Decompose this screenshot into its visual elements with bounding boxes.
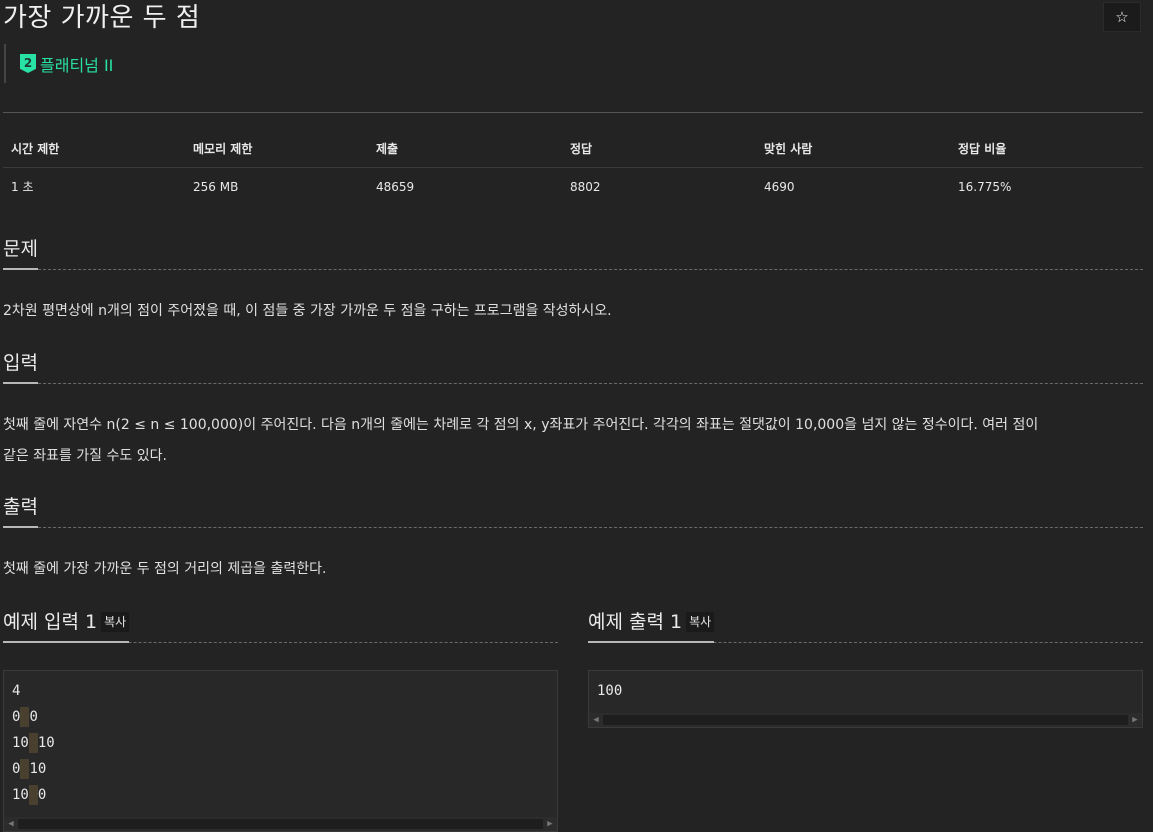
problem-info-table: 시간 제한 메모리 제한 제출 정답 맞힌 사람 정답 비율 1 초 256 M… bbox=[3, 130, 1143, 205]
sample-input-token: 0 bbox=[12, 761, 21, 777]
section-rule bbox=[3, 527, 1143, 528]
sample-input-line: 4 bbox=[12, 681, 549, 707]
sample-input-token: 10 bbox=[29, 761, 47, 777]
sample-input-line: 0 10 bbox=[12, 759, 549, 785]
table-row: 1 초 256 MB 48659 8802 4690 16.775% bbox=[3, 168, 1143, 205]
horizontal-scrollbar[interactable]: ◀ ▶ bbox=[4, 817, 557, 831]
accept-ratio-value: 16.775% bbox=[958, 179, 1012, 194]
section-rule bbox=[3, 269, 1143, 270]
sample-input-token: 0 bbox=[29, 709, 38, 725]
sample-output-section: 예제 출력 1 복사 bbox=[588, 607, 1143, 643]
sample-input-section: 예제 입력 1 복사 bbox=[3, 607, 558, 643]
scrollbar-thumb[interactable] bbox=[18, 819, 543, 829]
tier-label[interactable]: 플래티넘 II bbox=[40, 52, 113, 76]
scroll-right-icon[interactable]: ▶ bbox=[1128, 713, 1142, 727]
header-time-limit: 시간 제한 bbox=[11, 142, 60, 156]
memory-limit-value: 256 MB bbox=[193, 179, 239, 194]
sample-input-token: 10 bbox=[37, 735, 55, 751]
time-limit-value: 1 초 bbox=[11, 180, 34, 194]
sample-output-lines: 100 bbox=[589, 671, 1142, 707]
scroll-left-icon[interactable]: ◀ bbox=[4, 817, 18, 831]
sample-input-token: 0 bbox=[12, 709, 21, 725]
submissions-value[interactable]: 48659 bbox=[368, 180, 562, 194]
copy-sample-output-button[interactable]: 복사 bbox=[686, 612, 715, 632]
horizontal-scrollbar[interactable]: ◀ ▶ bbox=[589, 713, 1142, 727]
page-title: 가장 가까운 두 점 bbox=[3, 3, 201, 33]
accepted-value: 8802 bbox=[570, 179, 601, 194]
header-accept-ratio: 정답 비율 bbox=[958, 142, 1007, 156]
star-icon: ☆ bbox=[1115, 8, 1129, 26]
problem-page: 가장 가까운 두 점 ☆ 2 플래티넘 II 시간 제한 메모리 제한 제출 정… bbox=[0, 0, 1153, 832]
scroll-left-icon[interactable]: ◀ bbox=[589, 713, 603, 727]
sample-input-title: 예제 입력 1 bbox=[3, 611, 98, 633]
section-rule bbox=[3, 383, 1143, 384]
problem-section: 문제 bbox=[3, 234, 1143, 270]
whitespace-highlight bbox=[28, 785, 38, 805]
sample-input-token: 10 bbox=[12, 787, 29, 803]
platinum-tier-icon: 2 bbox=[20, 54, 36, 73]
sample-output-title: 예제 출력 1 bbox=[588, 611, 683, 633]
sample-input-line: 10 10 bbox=[12, 733, 549, 759]
whitespace-highlight bbox=[28, 733, 38, 753]
output-section: 출력 bbox=[3, 492, 1143, 528]
header-solved-users: 맞힌 사람 bbox=[764, 142, 813, 156]
table-header-row: 시간 제한 메모리 제한 제출 정답 맞힌 사람 정답 비율 bbox=[3, 130, 1143, 168]
divider bbox=[3, 112, 1143, 113]
sample-output-box[interactable]: 100 ◀ ▶ bbox=[588, 670, 1143, 728]
sample-input-line: 00 bbox=[12, 707, 549, 733]
copy-sample-input-button[interactable]: 복사 bbox=[101, 612, 130, 632]
tier-badge: 2 플래티넘 II bbox=[4, 44, 113, 83]
input-description: 첫째 줄에 자연수 n(2 ≤ n ≤ 100,000)이 주어진다. 다음 n… bbox=[3, 410, 1143, 472]
output-description: 첫째 줄에 가장 가까운 두 점의 거리의 제곱을 출력한다. bbox=[3, 561, 327, 577]
sample-output-line: 100 bbox=[597, 683, 623, 699]
scroll-right-icon[interactable]: ▶ bbox=[543, 817, 557, 831]
section-heading-output: 출력 bbox=[3, 492, 38, 528]
scrollbar-thumb[interactable] bbox=[603, 715, 1128, 725]
sample-input-token: 10 bbox=[12, 735, 29, 751]
sample-input-token: 4 bbox=[12, 683, 21, 699]
sample-input-box[interactable]: 4 0 0 10 10 0 10 10 0 ◀ ▶ bbox=[3, 670, 558, 832]
input-description-line: 같은 좌표를 가질 수도 있다. bbox=[3, 448, 167, 464]
sample-input-token: 0 bbox=[37, 787, 47, 803]
input-description-line: 첫째 줄에 자연수 n(2 ≤ n ≤ 100,000)이 주어진다. 다음 n… bbox=[3, 417, 1039, 433]
input-section: 입력 bbox=[3, 348, 1143, 384]
favorite-star-button[interactable]: ☆ bbox=[1103, 2, 1141, 32]
sample-output-heading: 예제 출력 1 복사 bbox=[588, 607, 715, 643]
header-accepted: 정답 bbox=[570, 142, 593, 156]
section-heading-problem: 문제 bbox=[3, 234, 38, 270]
solved-users-value[interactable]: 4690 bbox=[756, 180, 950, 194]
sample-input-line: 10 0 bbox=[12, 785, 549, 811]
header-submissions: 제출 bbox=[376, 142, 399, 156]
section-heading-input: 입력 bbox=[3, 348, 38, 384]
sample-input-lines: 4 0 0 10 10 0 10 10 0 bbox=[4, 671, 557, 811]
sample-input-heading: 예제 입력 1 복사 bbox=[3, 607, 130, 643]
problem-description: 2차원 평면상에 n개의 점이 주어졌을 때, 이 점들 중 가장 가까운 두 … bbox=[3, 303, 612, 319]
header-memory-limit: 메모리 제한 bbox=[193, 142, 253, 156]
